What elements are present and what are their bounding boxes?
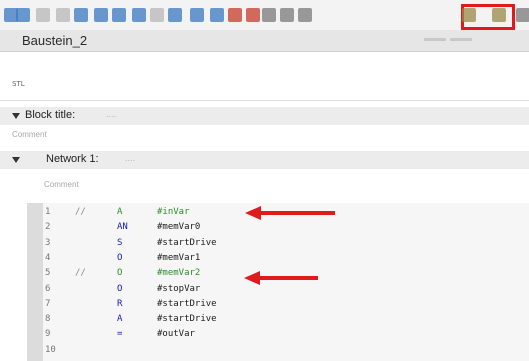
network-title-label: Network 1: xyxy=(46,153,99,165)
instruction: S xyxy=(117,237,123,248)
instruction: O xyxy=(117,283,123,294)
line-number: 8 xyxy=(45,314,51,325)
editor-toolbar xyxy=(0,0,529,30)
list-view-icon[interactable] xyxy=(112,8,126,22)
absolute-address-icon[interactable] xyxy=(280,8,294,22)
instruction: AN xyxy=(117,222,128,233)
network-1-section[interactable]: Network 1: .... xyxy=(0,151,529,169)
instruction: A xyxy=(117,314,123,325)
tag-information-icon[interactable] xyxy=(298,8,312,22)
collapse-triangle-icon[interactable] xyxy=(12,157,20,163)
block-comment[interactable]: Comment xyxy=(12,130,47,139)
block-title-label: Block title: xyxy=(25,109,76,121)
comment-marker: // xyxy=(75,207,86,217)
block-name: Baustein_2 xyxy=(22,33,88,48)
code-line[interactable]: 6 O #stopVar xyxy=(27,284,529,297)
delete-network-icon[interactable] xyxy=(16,8,30,22)
line-number: 10 xyxy=(45,344,56,355)
header-decoration xyxy=(450,38,472,41)
annotation-arrow-icon xyxy=(244,271,318,285)
go-to-previous-error-icon[interactable] xyxy=(228,8,242,22)
expand-icon[interactable] xyxy=(168,8,182,22)
overflow-icon[interactable] xyxy=(516,8,529,22)
operand: #memVar1 xyxy=(157,252,201,263)
block-title-section[interactable]: Block title: .... xyxy=(0,107,529,125)
code-line[interactable]: 8 A #startDrive xyxy=(27,314,529,327)
uncomment-lines-icon[interactable] xyxy=(492,8,506,22)
divider xyxy=(0,100,529,101)
instruction: R xyxy=(117,298,123,309)
operand: #memVar2 xyxy=(157,268,201,279)
line-number: 2 xyxy=(45,222,51,233)
instruction: A xyxy=(117,207,123,217)
operand: #startDrive xyxy=(157,314,217,325)
line-number: 9 xyxy=(45,329,51,340)
operand: #outVar xyxy=(157,329,195,340)
header-decoration xyxy=(424,38,446,41)
go-to-next-error-icon[interactable] xyxy=(246,8,260,22)
line-number: 7 xyxy=(45,298,51,309)
instruction: O xyxy=(117,252,123,263)
annotation-arrow-icon xyxy=(245,206,335,220)
block-header: Baustein_2 xyxy=(0,30,529,52)
code-line[interactable]: 2 AN #memVar0 xyxy=(27,222,529,235)
insert-contact-icon[interactable] xyxy=(56,8,70,22)
comment-marker: // xyxy=(75,268,86,279)
line-number: 1 xyxy=(45,207,51,217)
operand: #startDrive xyxy=(157,298,217,309)
code-line[interactable]: 4 O #memVar1 xyxy=(27,253,529,266)
code-line[interactable]: 7 R #startDrive xyxy=(27,299,529,312)
display-favorites-icon[interactable] xyxy=(210,8,224,22)
code-line[interactable]: 9 = #outVar xyxy=(27,329,529,342)
language-label: STL xyxy=(12,80,25,88)
block-title-input[interactable]: .... xyxy=(106,109,116,119)
code-line[interactable]: 3 S #startDrive xyxy=(27,238,529,251)
absolute-operand-icon[interactable] xyxy=(150,8,164,22)
close-branch-icon[interactable] xyxy=(94,8,108,22)
operand: #inVar xyxy=(157,207,190,217)
operand: #stopVar xyxy=(157,283,201,294)
operand: #startDrive xyxy=(157,237,217,248)
line-number: 3 xyxy=(45,237,51,248)
collapse-icon[interactable] xyxy=(190,8,204,22)
line-number: 6 xyxy=(45,283,51,294)
code-line[interactable]: 10 xyxy=(27,345,529,358)
line-number: 5 xyxy=(45,268,51,279)
operand: #memVar0 xyxy=(157,222,201,233)
instruction: = xyxy=(117,329,123,340)
update-block-calls-icon[interactable] xyxy=(262,8,276,22)
open-branch-icon[interactable] xyxy=(74,8,88,22)
box-icon[interactable] xyxy=(132,8,146,22)
comment-lines-icon[interactable] xyxy=(462,8,476,22)
insert-row-icon[interactable] xyxy=(36,8,50,22)
instruction: O xyxy=(117,268,123,279)
line-number: 4 xyxy=(45,252,51,263)
collapse-triangle-icon[interactable] xyxy=(12,113,20,119)
network-comment[interactable]: Comment xyxy=(44,180,79,189)
network-title-input[interactable]: .... xyxy=(125,153,135,163)
